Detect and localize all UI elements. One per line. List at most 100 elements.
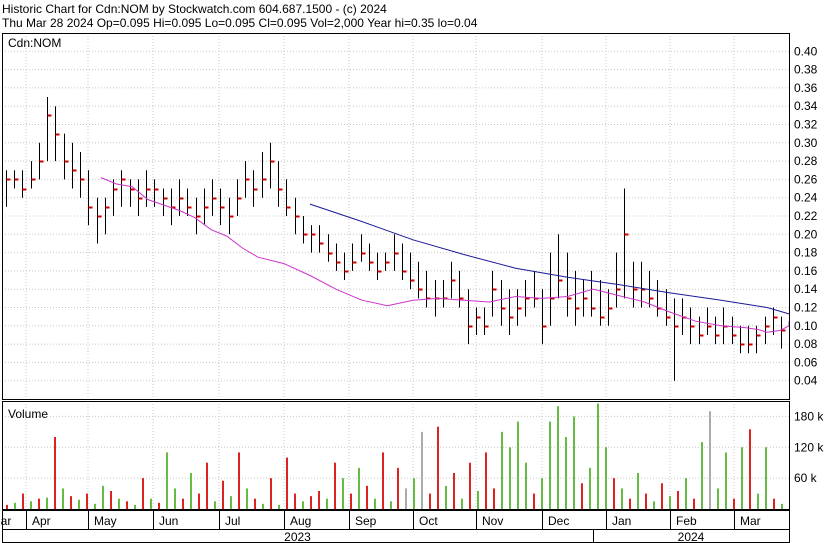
y-tick-label: 0.14 [794,282,818,296]
volume-bar [749,429,751,509]
month-label: Mar [740,514,761,528]
volume-bar [78,499,80,509]
y-tick-label: 0.12 [794,301,818,315]
volume-panel-frame [2,401,790,510]
volume-bar [62,488,64,509]
month-label: Dec [548,514,569,528]
volume-bar [214,501,216,509]
y-tick-label: 0.32 [794,118,818,132]
volume-bar [733,498,735,509]
volume-bar [637,473,639,509]
y-tick-label: 0.18 [794,246,818,260]
volume-bar [509,447,511,509]
volume-bar [390,501,392,509]
y-tick-label: 0.38 [794,63,818,77]
month-label: Jul [225,514,240,528]
volume-bar [653,501,655,509]
volume-bar [230,496,232,509]
volume-bar [126,501,128,509]
y-tick-label: 0.30 [794,136,818,150]
volume-bar [94,503,96,509]
volume-bar [54,437,56,509]
volume-bar [350,493,352,509]
volume-bar [30,501,32,509]
volume-bar [477,491,479,509]
ohlc-bars [6,97,786,381]
volume-bar [206,462,208,509]
volume-bar [541,478,543,509]
volume-bar [549,421,551,509]
volume-bar [270,478,272,509]
volume-bar [517,421,519,509]
volume-bar [581,483,583,509]
volume-bar [70,496,72,509]
volume-bar [781,503,783,509]
volume-bar [429,493,431,509]
axis-labels: 0.40 0.38 0.36 0.34 0.32 0.30 0.28 0.26 0.24 0.22… [1,44,824,543]
volume-bar [6,504,8,509]
month-label: Apr [32,514,51,528]
price-chart: 0.40 0.38 0.36 0.34 0.32 0.30 0.28 0.26 0.24 0.22… [1,33,824,543]
volume-bar [302,501,304,509]
price-grid [2,33,789,399]
volume-bar [709,411,711,509]
y-tick-label: 0.24 [794,191,818,205]
volume-bar [661,483,663,509]
y-tick-label: 0.08 [794,337,818,351]
volume-bar [773,498,775,509]
volume-bar [254,498,256,509]
volume-bars [6,403,783,509]
symbol-label: Cdn:NOM [8,36,61,50]
volume-bar [493,488,495,509]
volume-bar [158,502,160,509]
volume-bar [757,493,759,509]
volume-bar [310,496,312,509]
volume-bar [557,406,559,509]
volume-bar [102,485,104,509]
volume-bar [278,504,280,509]
volume-bar [645,493,647,509]
y-tick-label: 0.28 [794,154,818,168]
y-tick-label: 0.04 [794,374,818,388]
y-tick-label: 0.06 [794,355,818,369]
y-tick-label: 0.26 [794,172,818,186]
volume-bar [246,488,248,509]
volume-bar [366,485,368,509]
volume-bar [421,431,423,509]
volume-bar [445,485,447,509]
volume-bar [613,478,615,509]
volume-bar [286,457,288,509]
volume-bar [573,416,575,509]
volume-bar [294,493,296,509]
volume-bar [150,498,152,509]
y-tick-label: 0.40 [794,44,818,58]
volume-bar [397,467,399,509]
month-label: Feb [676,514,697,528]
month-label: Nov [482,514,503,528]
volume-bar [238,452,240,509]
volume-bar [669,496,671,509]
volume-bar [605,447,607,509]
y-tick-label: 0.36 [794,81,818,95]
volume-bar [621,488,623,509]
volume-tick-label: 180 k [794,409,824,423]
volume-bar [765,447,767,509]
month-label: Sep [355,514,377,528]
volume-bar [198,493,200,509]
volume-bar [326,498,328,509]
volume-bar [405,488,407,509]
volume-bar [533,493,535,509]
volume-bar [166,452,168,509]
volume-bar [485,452,487,509]
year-label: 2024 [678,530,705,543]
volume-grid [2,401,789,509]
volume-bar [382,452,384,509]
month-label: Jun [159,514,178,528]
volume-bar [717,488,719,509]
chart-frames [2,33,790,543]
volume-bar [22,493,24,509]
volume-bar [685,478,687,509]
volume-bar [693,498,695,509]
y-tick-label: 0.20 [794,227,818,241]
month-label: May [94,514,117,528]
